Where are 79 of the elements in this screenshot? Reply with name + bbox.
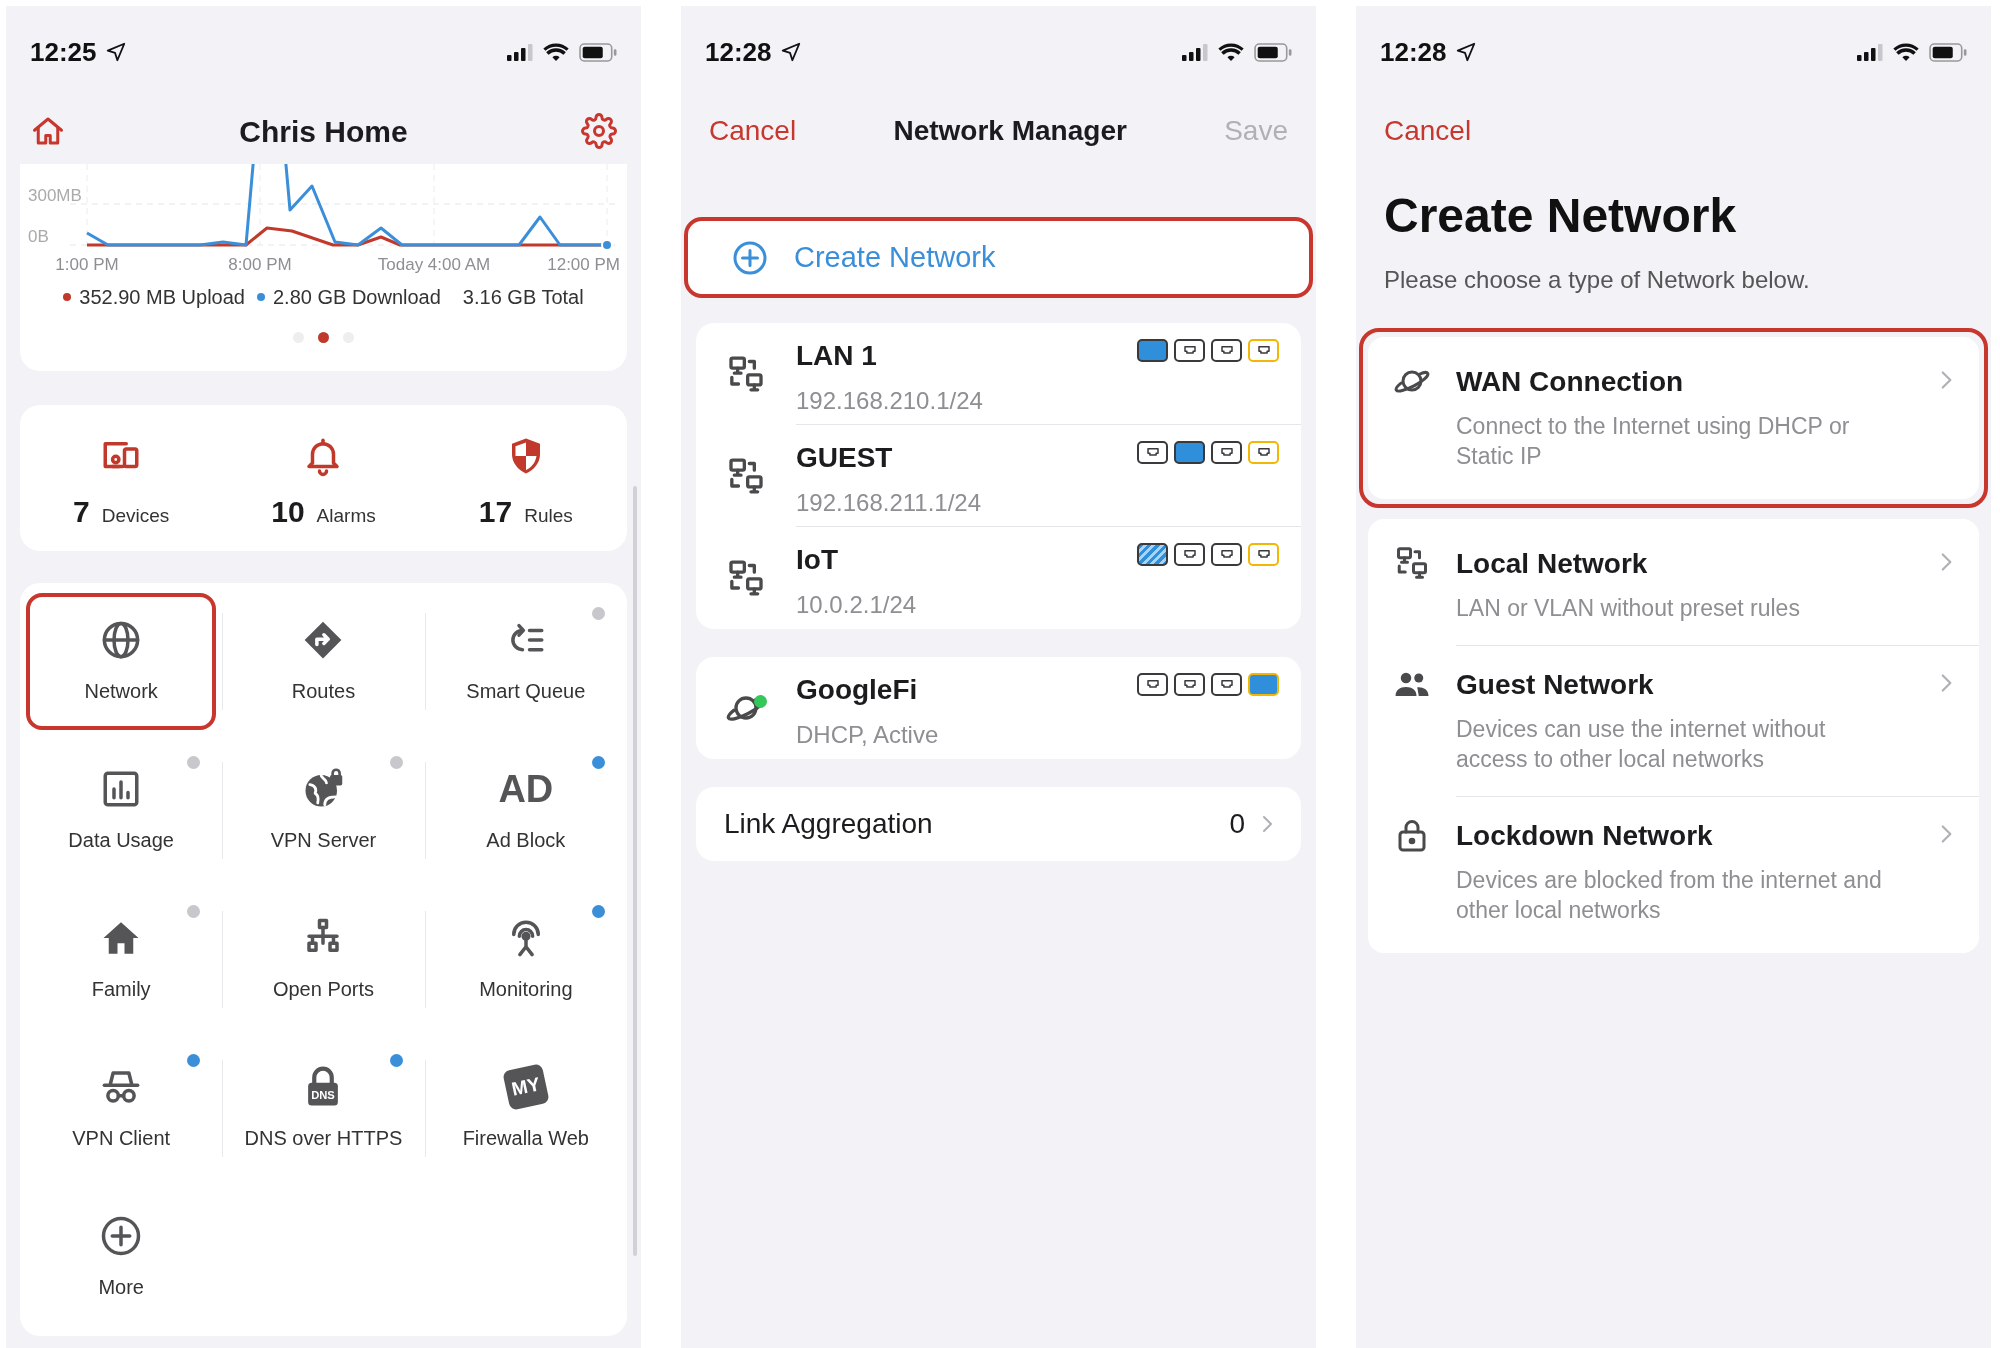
x-axis-label: 12:00 PM bbox=[547, 255, 620, 274]
settings-button[interactable] bbox=[581, 113, 617, 149]
feature-tile[interactable]: AD Ad Block bbox=[430, 742, 621, 879]
add-icon bbox=[100, 1214, 143, 1257]
location-arrow-icon bbox=[779, 41, 802, 63]
option-title[interactable]: Lockdown Network bbox=[1456, 815, 1896, 857]
feature-tile[interactable]: More bbox=[26, 1189, 217, 1326]
feature-tile[interactable]: Data Usage bbox=[26, 742, 217, 879]
stat-count: 17 bbox=[478, 494, 513, 530]
icon-text: DNS bbox=[311, 1088, 336, 1101]
signal-icon bbox=[1857, 43, 1883, 61]
option-description: Devices are blocked from the internet and other local networks bbox=[1456, 866, 1883, 925]
battery-icon bbox=[1254, 42, 1292, 62]
cancel-button[interactable]: Cancel bbox=[1384, 110, 1472, 152]
computers-icon bbox=[726, 456, 766, 496]
signal-icon bbox=[1182, 43, 1208, 61]
wifi-icon bbox=[543, 42, 569, 62]
option-title[interactable]: Guest Network bbox=[1456, 664, 1896, 706]
feature-tile[interactable]: Routes bbox=[228, 593, 419, 730]
wifi-icon bbox=[1218, 42, 1244, 62]
network-detail: 10.0.2.1/24 bbox=[796, 590, 917, 620]
row-value: 0 bbox=[1229, 807, 1245, 841]
wifi-icon bbox=[1893, 42, 1919, 62]
option-description: Connect to the Internet using DHCP or Static IP bbox=[1456, 412, 1851, 471]
stat-label: Rules bbox=[524, 504, 573, 528]
logo-badge: MY bbox=[502, 1062, 550, 1111]
icon-text: AD bbox=[498, 769, 554, 808]
feature-tile[interactable]: Network bbox=[26, 593, 217, 730]
feature-tile[interactable]: Open Ports bbox=[228, 891, 419, 1028]
status-time: 12:28 bbox=[705, 35, 772, 69]
feature-tile[interactable]: VPN Server bbox=[228, 742, 419, 879]
settings-icon bbox=[581, 113, 617, 149]
network-name: GUEST bbox=[796, 441, 894, 475]
network-detail: 192.168.211.1/24 bbox=[796, 488, 982, 518]
option-description: LAN or VLAN without preset rules bbox=[1456, 594, 1801, 623]
option-title[interactable]: Local Network bbox=[1456, 543, 1896, 585]
computers-icon[interactable] bbox=[1394, 545, 1430, 581]
computers-icon bbox=[726, 354, 766, 394]
y-axis-label: 300MB bbox=[28, 186, 82, 205]
network-name: GoogleFi bbox=[796, 673, 919, 707]
stat-count: 7 bbox=[73, 494, 90, 530]
stat-label: Alarms bbox=[316, 504, 376, 528]
feature-tile[interactable]: Smart Queue bbox=[430, 593, 621, 730]
page-title: Create Network bbox=[1383, 188, 1738, 244]
network-detail: 192.168.210.1/24 bbox=[796, 386, 983, 416]
location-arrow-icon bbox=[104, 41, 127, 63]
x-axis-label: 1:00 PM bbox=[55, 255, 119, 274]
total-text: 3.16 GB Total bbox=[462, 285, 584, 310]
data-point-marker bbox=[601, 239, 613, 251]
network-name: IoT bbox=[796, 543, 839, 577]
feature-tile[interactable]: Family bbox=[26, 891, 217, 1028]
row-label: Link Aggregation bbox=[724, 807, 933, 841]
screen-title: Network Manager bbox=[893, 114, 1127, 148]
status-time: 12:25 bbox=[30, 35, 97, 69]
location-arrow-icon bbox=[1454, 41, 1477, 63]
screen-title: Chris Home bbox=[239, 113, 408, 150]
computers-icon bbox=[726, 558, 766, 598]
feature-tile[interactable]: MY Firewalla Web bbox=[430, 1040, 621, 1177]
network-detail: DHCP, Active bbox=[796, 720, 939, 750]
status-time: 12:28 bbox=[1380, 35, 1447, 69]
battery-icon bbox=[579, 42, 617, 62]
battery-icon bbox=[1929, 42, 1967, 62]
signal-icon bbox=[507, 43, 533, 61]
page-subtitle: Please choose a type of Network below. bbox=[1383, 265, 1811, 295]
stat-count: 10 bbox=[271, 494, 305, 530]
option-title[interactable]: WAN Connection bbox=[1456, 361, 1896, 403]
legend-text: 2.80 GB Download bbox=[272, 285, 441, 310]
y-axis-label: 0B bbox=[28, 227, 49, 246]
cancel-button[interactable]: Cancel bbox=[709, 110, 797, 152]
stat-label: Devices bbox=[101, 504, 170, 528]
feature-tile[interactable]: Monitoring bbox=[430, 891, 621, 1028]
feature-tile[interactable]: VPN Client bbox=[26, 1040, 217, 1177]
x-axis-label: Today 4:00 AM bbox=[377, 255, 491, 274]
scrollbar[interactable] bbox=[633, 486, 637, 1256]
legend-text: 352.90 MB Upload bbox=[79, 285, 245, 310]
network-name: LAN 1 bbox=[796, 339, 878, 373]
x-axis-label: 8:00 PM bbox=[228, 255, 292, 274]
option-description: Devices can use the internet without access to other local networks bbox=[1456, 715, 1827, 774]
add-icon bbox=[732, 239, 768, 276]
